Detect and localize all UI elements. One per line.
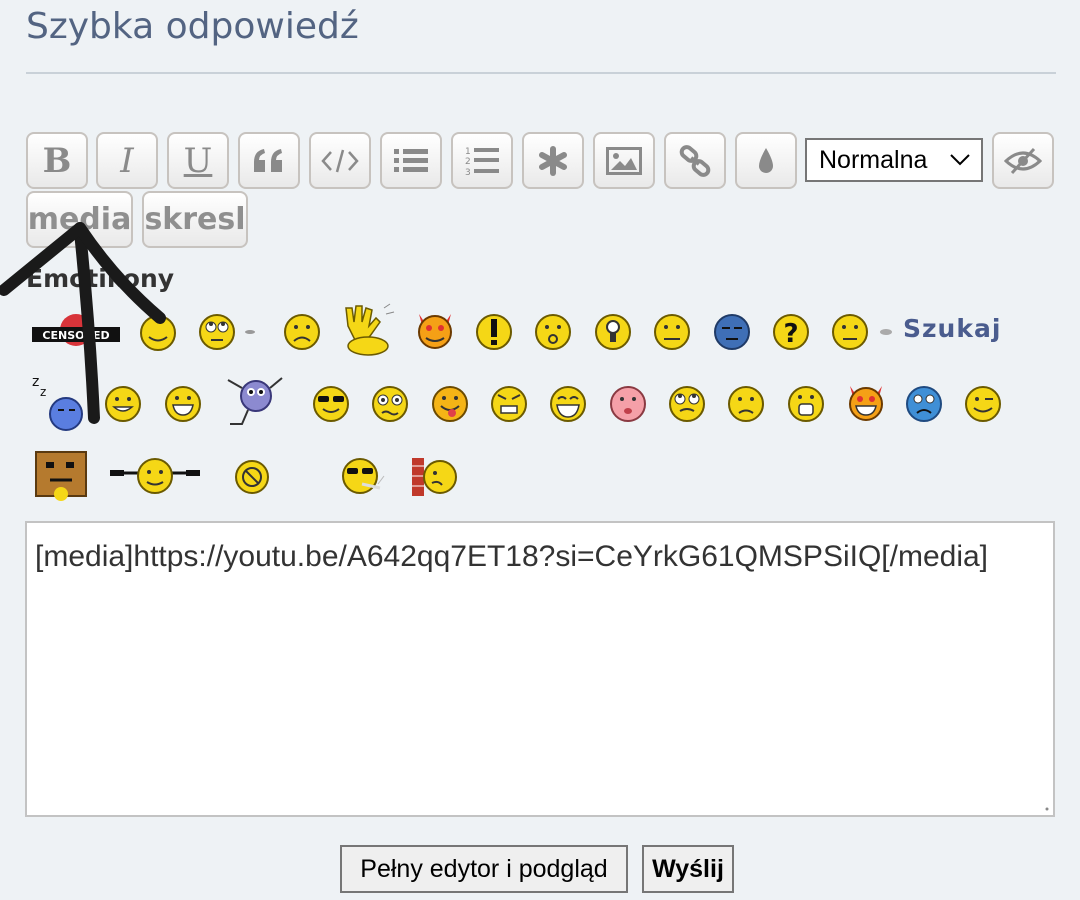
image-button[interactable] [593, 132, 655, 189]
link-button[interactable] [664, 132, 726, 189]
strike-button[interactable]: skresl [142, 191, 248, 248]
eyeroll-emoticon[interactable] [667, 384, 707, 424]
svg-text:2: 2 [465, 157, 471, 167]
svg-text:1: 1 [465, 147, 471, 157]
divider [26, 72, 1056, 74]
cool-emoticon[interactable] [311, 384, 351, 424]
thinking-emoticon[interactable] [830, 312, 896, 352]
svg-text:z: z [32, 374, 39, 390]
no-emoticon[interactable] [232, 457, 272, 497]
question-emoticon[interactable]: ? [771, 312, 811, 352]
exclaim-emoticon[interactable] [474, 312, 514, 352]
strike-label: skresl [144, 202, 246, 237]
color-icon [759, 147, 773, 173]
wink-emoticon[interactable] [963, 384, 1003, 424]
dance-emoticon[interactable] [222, 374, 288, 428]
confused-emoticon[interactable] [370, 384, 410, 424]
resize-handle-icon[interactable] [1043, 805, 1051, 813]
strong-emoticon[interactable] [108, 456, 202, 496]
laugh-emoticon[interactable] [548, 384, 588, 424]
toggle-preview-button[interactable] [992, 132, 1054, 189]
svg-text:z: z [40, 385, 46, 399]
angry-emoticon[interactable] [489, 384, 529, 424]
emoticon-search-link[interactable]: Szukaj [903, 314, 1001, 343]
submit-button[interactable]: Wyślij [642, 845, 734, 893]
emoticons-heading: Emotikony [26, 264, 175, 293]
code-icon [321, 149, 359, 172]
wall-emoticon[interactable] [410, 456, 460, 498]
censored-text: CENSORED [42, 329, 109, 342]
idea-emoticon[interactable] [593, 312, 633, 352]
media-button[interactable]: media [26, 191, 133, 248]
cry-emoticon[interactable] [904, 384, 944, 424]
list-item-button[interactable] [522, 132, 584, 189]
shocked-emoticon[interactable] [786, 384, 826, 424]
bullet-list-icon [394, 148, 428, 172]
italic-label: I [120, 140, 134, 181]
full-editor-preview-button[interactable]: Pełny edytor i podgląd [340, 845, 628, 893]
code-button[interactable] [309, 132, 371, 189]
page-title: Szybka odpowiedź [26, 6, 359, 47]
message-textarea[interactable]: [media]https://youtu.be/A642qq7ET18?si=C… [25, 521, 1055, 817]
surprised-emoticon[interactable] [533, 312, 573, 352]
list-item-icon [539, 145, 567, 176]
color-button[interactable] [735, 132, 797, 189]
underline-label: U [183, 140, 213, 181]
censored-emoticon[interactable]: CENSORED [30, 310, 122, 352]
quote-button[interactable] [238, 132, 300, 189]
svg-text:3: 3 [465, 168, 471, 177]
tongue-emoticon[interactable] [430, 384, 470, 424]
image-icon [606, 146, 642, 175]
smoking-emoticon[interactable] [340, 456, 386, 498]
bold-button[interactable]: B [26, 132, 88, 189]
evil-grin-emoticon[interactable] [845, 382, 887, 424]
bullet-list-button[interactable] [380, 132, 442, 189]
wave-emoticon[interactable] [338, 302, 398, 358]
paperbag-emoticon[interactable] [34, 450, 88, 502]
sad-emoticon[interactable] [282, 312, 322, 352]
numbered-list-button[interactable]: 1 2 3 [451, 132, 513, 189]
happy-emoticon[interactable] [103, 384, 143, 424]
devil-emoticon[interactable] [414, 310, 456, 352]
worried-emoticon[interactable] [726, 384, 766, 424]
blush-emoticon[interactable] [608, 384, 648, 424]
sleeping-emoticon[interactable]: z z [30, 372, 84, 432]
link-icon [679, 144, 711, 177]
underline-button[interactable]: U [167, 132, 229, 189]
font-size-select[interactable]: Normalna [805, 138, 983, 182]
chevron-down-icon [950, 154, 970, 166]
quote-icon [254, 148, 282, 172]
eye-off-icon [1004, 147, 1042, 174]
neutral-emoticon[interactable] [652, 312, 692, 352]
sleepy-blue-emoticon[interactable] [712, 312, 752, 352]
svg-text:?: ? [783, 319, 798, 349]
italic-button[interactable]: I [96, 132, 158, 189]
bold-label: B [42, 140, 72, 181]
grin-emoticon[interactable] [163, 384, 203, 424]
rolleyes-emoticon[interactable] [197, 312, 259, 352]
media-label: media [27, 202, 132, 237]
font-size-value: Normalna [819, 145, 928, 174]
smile-emoticon[interactable] [138, 313, 178, 353]
numbered-list-icon: 1 2 3 [465, 147, 499, 177]
